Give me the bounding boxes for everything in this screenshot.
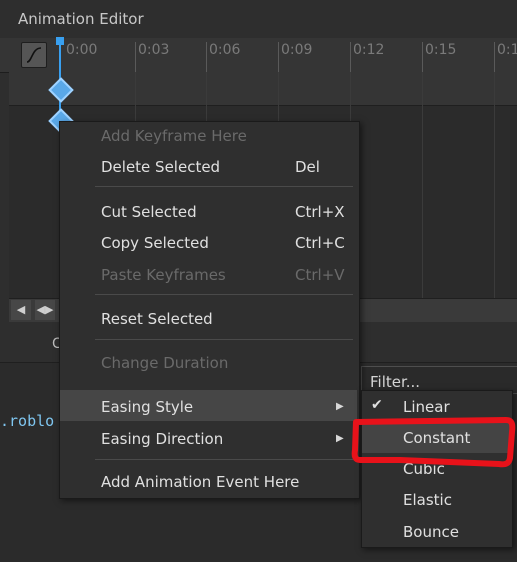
submenu-arrow-icon: ▶ bbox=[336, 401, 344, 412]
tick-mark bbox=[350, 42, 351, 72]
submenu-arrow-icon: ▶ bbox=[336, 433, 344, 444]
tick-mark bbox=[206, 42, 207, 72]
tick-label: 0:03 bbox=[138, 42, 170, 58]
tick-label: 0:06 bbox=[209, 42, 241, 58]
menu-item-reset-selected[interactable]: Reset Selected bbox=[101, 310, 341, 328]
tick-label: 0:00 bbox=[66, 42, 98, 58]
scroll-left-button[interactable]: ◀ bbox=[11, 300, 31, 320]
menu-item-change-duration[interactable]: Change Duration bbox=[101, 354, 341, 372]
tick-mark bbox=[278, 42, 279, 72]
code-text: .roblo bbox=[0, 412, 55, 430]
filter-placeholder: Filter... bbox=[370, 373, 421, 391]
tick-label: 0:1 bbox=[497, 42, 517, 58]
submenu-item-elastic[interactable]: Elastic bbox=[403, 491, 452, 509]
grid-line bbox=[494, 72, 495, 298]
tick-label: 0:12 bbox=[353, 42, 385, 58]
shortcut-cut: Ctrl+X bbox=[295, 203, 345, 221]
shortcut-copy: Ctrl+C bbox=[295, 234, 345, 252]
track-row[interactable] bbox=[9, 72, 517, 106]
menu-separator bbox=[95, 459, 353, 460]
shortcut-paste: Ctrl+V bbox=[295, 266, 345, 284]
window-title: Animation Editor bbox=[18, 10, 144, 28]
menu-item-easing-style[interactable]: Easing Style bbox=[101, 398, 341, 416]
zoom-handle[interactable]: ◀▶ bbox=[35, 300, 55, 320]
playhead-handle[interactable] bbox=[56, 37, 64, 45]
submenu-item-bounce[interactable]: Bounce bbox=[403, 523, 459, 541]
checkmark-icon: ✔ bbox=[371, 397, 383, 413]
curve-icon bbox=[26, 47, 42, 63]
tick-label: 0:09 bbox=[281, 42, 313, 58]
tick-label: 0:15 bbox=[425, 42, 457, 58]
menu-separator bbox=[95, 339, 353, 340]
curve-editor-button[interactable] bbox=[21, 42, 47, 68]
menu-item-add-keyframe[interactable]: Add Keyframe Here bbox=[101, 127, 341, 145]
menu-separator bbox=[95, 186, 353, 187]
menu-item-easing-direction[interactable]: Easing Direction bbox=[101, 430, 341, 448]
annotation-highlight bbox=[351, 417, 516, 468]
menu-separator bbox=[95, 294, 353, 295]
menu-item-add-animation-event[interactable]: Add Animation Event Here bbox=[101, 473, 341, 491]
grid-line bbox=[422, 72, 423, 298]
tick-mark bbox=[135, 42, 136, 72]
shortcut-delete: Del bbox=[295, 158, 320, 176]
tick-mark bbox=[494, 42, 495, 72]
tick-mark bbox=[422, 42, 423, 72]
